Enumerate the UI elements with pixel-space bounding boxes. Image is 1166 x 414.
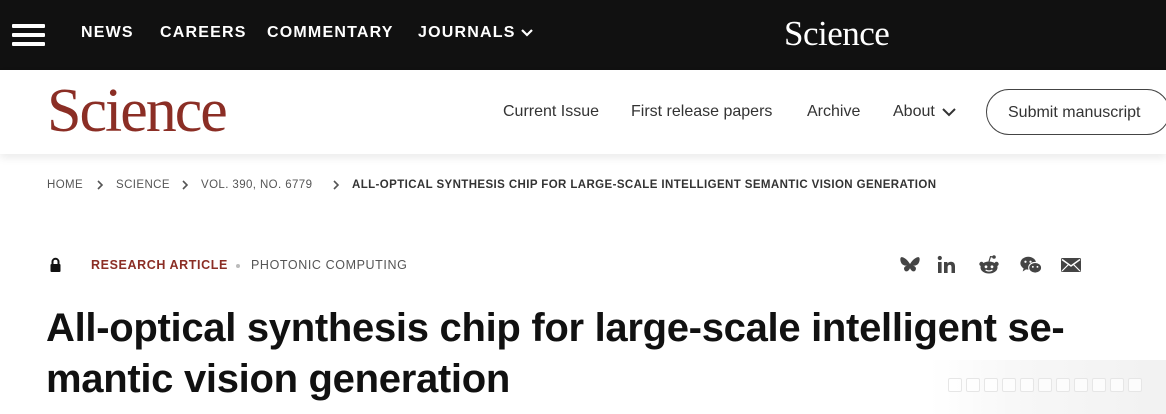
topnav-journals[interactable]: JOURNALS [418,24,516,42]
chevron-down-icon[interactable] [520,27,534,39]
chevron-right-icon [333,180,340,190]
nav-first-release[interactable]: First release papers [631,103,772,121]
nav-archive[interactable]: Archive [807,103,860,121]
chevron-down-icon[interactable] [941,106,957,118]
breadcrumb-current: ALL-OPTICAL SYNTHESIS CHIP FOR LARGE-SCA… [352,179,937,191]
breadcrumb-volume[interactable]: VOL. 390, NO. 6779 [201,179,312,191]
article-title-line: All-optical synthesis chip for large-sca… [46,306,1065,350]
email-icon[interactable] [1059,253,1083,277]
nav-current-issue[interactable]: Current Issue [503,103,599,121]
watermark-pattern [948,378,1158,392]
lock-icon [50,257,61,272]
chevron-right-icon [182,180,189,190]
nav-about[interactable]: About [893,103,935,121]
topnav-commentary[interactable]: COMMENTARY [267,24,394,42]
article-type-tag[interactable]: RESEARCH ARTICLE [91,258,228,272]
breadcrumb-science[interactable]: SCIENCE [116,179,170,191]
reddit-icon[interactable] [977,253,1001,277]
top-bar: NEWS CAREERS COMMENTARY JOURNALS Science [0,0,1166,70]
article-topic-tag[interactable]: PHOTONIC COMPUTING [251,258,407,272]
wechat-icon[interactable] [1019,253,1043,277]
breadcrumb-home[interactable]: HOME [47,179,83,191]
bluesky-icon[interactable] [898,253,922,277]
chevron-right-icon [97,180,104,190]
top-logo[interactable]: Science [784,14,890,54]
submit-manuscript-button[interactable]: Submit manuscript [986,89,1166,135]
science-logo[interactable]: Science [47,80,228,142]
linkedin-icon[interactable] [935,253,959,277]
menu-icon[interactable] [12,22,46,48]
topnav-news[interactable]: NEWS [81,24,134,42]
topnav-careers[interactable]: CAREERS [160,24,247,42]
tag-separator [236,264,240,268]
site-header: Science Current Issue First release pape… [0,70,1166,154]
